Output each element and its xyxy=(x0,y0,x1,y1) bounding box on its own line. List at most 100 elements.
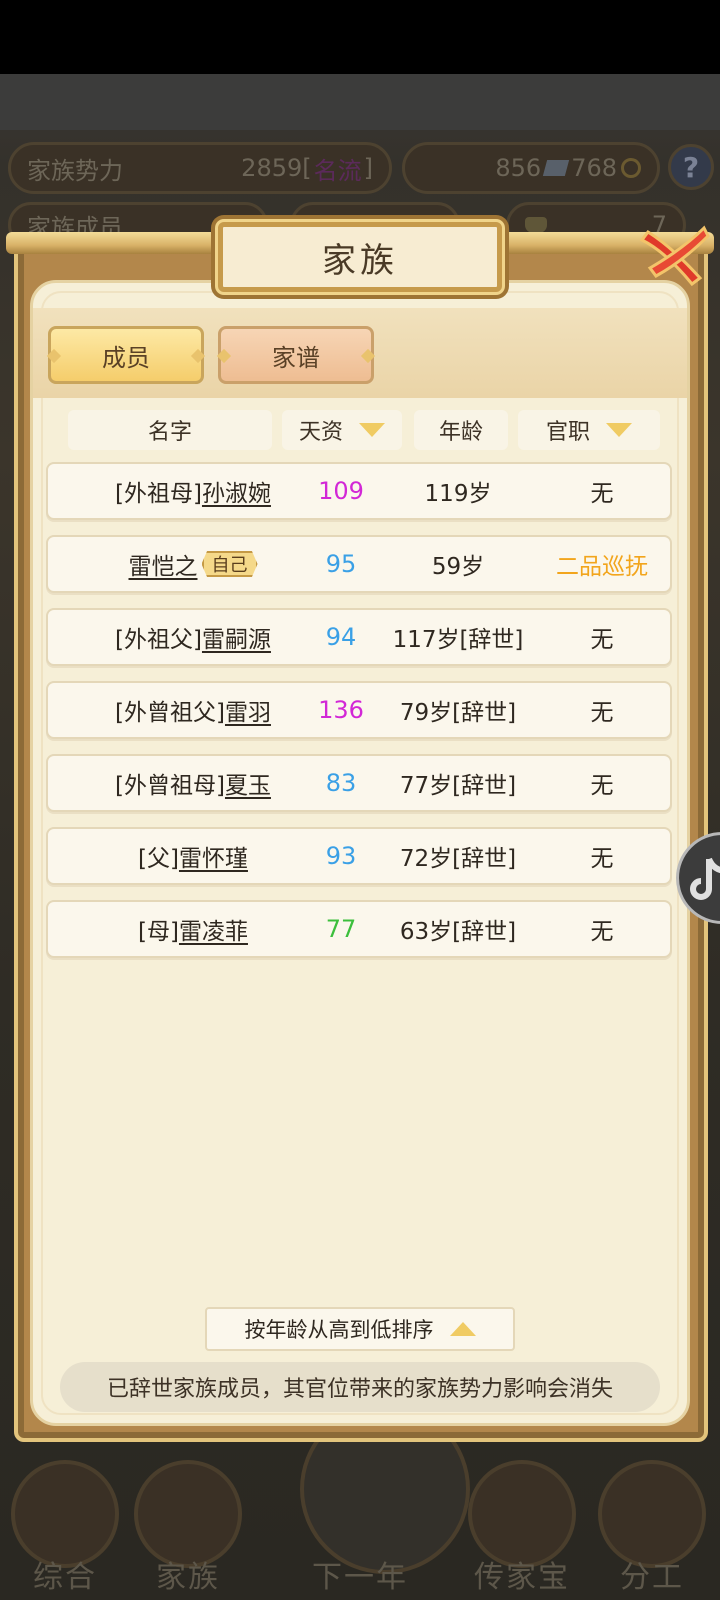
member-name-cell: 雷恺之 自己 xyxy=(48,537,338,591)
self-badge: 自己 xyxy=(201,551,258,577)
tab-ornament-right xyxy=(190,348,206,364)
member-age: 63岁[辞世] xyxy=(399,919,517,945)
filter-down-icon xyxy=(606,423,632,437)
sort-up-icon xyxy=(449,1322,476,1336)
member-aptitude: 94 xyxy=(325,623,357,651)
member-name-link[interactable]: 雷羽 xyxy=(225,693,271,727)
member-aptitude: 93 xyxy=(325,842,357,870)
nav-overview-label: 综合 xyxy=(33,1560,97,1595)
member-age: 59岁 xyxy=(431,554,485,580)
nav-division-label: 分工 xyxy=(620,1560,684,1595)
column-header-office[interactable]: 官职 xyxy=(518,410,660,450)
dialog-title-plaque: 家族 xyxy=(218,222,502,292)
column-header-office-label: 官职 xyxy=(545,420,590,445)
family-power-bar: 家族势力 2859 [ 名流 ] xyxy=(8,142,392,194)
member-office: 二品巡抚 xyxy=(556,554,648,580)
bracket-close: ] xyxy=(363,154,373,182)
relation-prefix: [外曾祖父] xyxy=(115,700,225,726)
tab-members-label: 成员 xyxy=(102,343,150,372)
relation-prefix: [父] xyxy=(138,846,179,872)
member-office: 无 xyxy=(590,846,614,872)
nav-heirloom-label: 传家宝 xyxy=(474,1560,570,1595)
gold-ingot-icon xyxy=(525,217,547,233)
nav-family-label: 家族 xyxy=(156,1560,220,1595)
member-row[interactable]: [外曾祖父] 雷羽 136 79岁[辞世] 无 xyxy=(46,681,672,739)
relation-prefix: [外曾祖母] xyxy=(115,773,225,799)
bracket-open: [ xyxy=(302,154,312,182)
column-header-name-label: 名字 xyxy=(147,420,192,445)
stone-icon xyxy=(543,160,570,176)
coin-count: 768 xyxy=(571,154,617,182)
floating-shortcut-button[interactable] xyxy=(676,832,720,924)
member-name-link[interactable]: 雷凌菲 xyxy=(179,912,248,946)
tab-ornament-right xyxy=(360,348,376,364)
member-office: 无 xyxy=(590,700,614,726)
relation-prefix: [外祖父] xyxy=(115,627,202,653)
member-row[interactable]: 雷恺之 自己 95 59岁 二品巡抚 xyxy=(46,535,672,593)
nav-family[interactable]: 家族 xyxy=(128,1460,248,1600)
nav-heirloom[interactable]: 传家宝 xyxy=(462,1460,582,1600)
member-age: 79岁[辞世] xyxy=(399,700,517,726)
column-header-age[interactable]: 年龄 xyxy=(414,410,508,450)
help-button[interactable]: ? xyxy=(668,144,714,190)
member-name-cell: [外祖母] 孙淑婉 xyxy=(48,464,338,518)
nav-next-year[interactable]: 下一年 xyxy=(300,1404,470,1600)
relation-prefix: [外祖母] xyxy=(115,481,202,507)
member-row[interactable]: [父] 雷怀瑾 93 72岁[辞世] 无 xyxy=(46,827,672,885)
currency-bar: 856 768 xyxy=(402,142,660,194)
power-rank-badge: 名流 xyxy=(313,156,362,185)
column-header-age-label: 年龄 xyxy=(438,420,483,445)
member-age: 77岁[辞世] xyxy=(399,773,517,799)
family-power-value: 2859 xyxy=(241,154,303,182)
status-bar xyxy=(0,0,720,74)
member-name-link[interactable]: 雷嗣源 xyxy=(202,620,271,654)
member-name-link[interactable]: 雷怀瑾 xyxy=(179,839,248,873)
music-note-icon xyxy=(690,857,720,900)
member-office: 无 xyxy=(590,773,614,799)
bottom-nav: 综合 家族 下一年 传家宝 分工 xyxy=(0,1404,720,1600)
member-row[interactable]: [外祖母] 孙淑婉 109 119岁无 xyxy=(46,462,672,520)
nav-next-year-label: 下一年 xyxy=(312,1560,408,1595)
dialog-title: 家族 xyxy=(322,240,398,281)
member-name-cell: [外曾祖父] 雷羽 xyxy=(48,683,338,737)
deceased-notice: 已辞世家族成员，其官位带来的家族势力影响会消失 xyxy=(60,1362,660,1412)
sort-button[interactable]: 按年龄从高到低排序 xyxy=(205,1307,515,1351)
sort-down-icon xyxy=(359,423,385,437)
nav-overview[interactable]: 综合 xyxy=(5,1460,125,1600)
tab-genealogy-label: 家谱 xyxy=(272,343,320,372)
member-row[interactable]: [外祖父] 雷嗣源 94 117岁[辞世] 无 xyxy=(46,608,672,666)
tab-ornament-left xyxy=(216,348,232,364)
member-aptitude: 83 xyxy=(325,769,357,797)
member-name-link[interactable]: 孙淑婉 xyxy=(202,474,271,508)
member-name-cell: [母] 雷凌菲 xyxy=(48,902,338,956)
column-header-aptitude-label: 天资 xyxy=(298,420,343,445)
coin-icon xyxy=(621,158,641,178)
sort-button-label: 按年龄从高到低排序 xyxy=(244,1318,434,1342)
member-aptitude: 109 xyxy=(318,477,364,505)
tab-ornament-left xyxy=(46,348,62,364)
tab-members[interactable]: 成员 xyxy=(46,326,206,384)
close-x-icon xyxy=(639,225,710,287)
column-header-aptitude[interactable]: 天资 xyxy=(282,410,402,450)
member-aptitude: 95 xyxy=(325,550,357,578)
member-office: 无 xyxy=(590,627,614,653)
member-name-link[interactable]: 雷恺之 xyxy=(129,547,198,581)
member-age: 117岁[辞世] xyxy=(392,627,524,653)
member-name-cell: [外曾祖母] 夏玉 xyxy=(48,756,338,810)
member-aptitude: 77 xyxy=(325,915,357,943)
member-name-cell: [外祖父] 雷嗣源 xyxy=(48,610,338,664)
tab-genealogy[interactable]: 家谱 xyxy=(216,326,376,384)
member-age: 72岁[辞世] xyxy=(399,846,517,872)
column-header-name: 名字 xyxy=(68,410,272,450)
member-office: 无 xyxy=(590,481,614,507)
member-aptitude: 136 xyxy=(318,696,364,724)
member-row[interactable]: [母] 雷凌菲 77 63岁[辞世] 无 xyxy=(46,900,672,958)
member-office: 无 xyxy=(590,919,614,945)
stone-count: 856 xyxy=(495,154,542,182)
member-row[interactable]: [外曾祖母] 夏玉 83 77岁[辞世] 无 xyxy=(46,754,672,812)
top-strip xyxy=(0,74,720,130)
member-name-link[interactable]: 夏玉 xyxy=(225,766,271,800)
nav-division[interactable]: 分工 xyxy=(592,1460,712,1600)
close-button[interactable] xyxy=(634,218,710,294)
member-age: 119岁 xyxy=(424,481,492,507)
